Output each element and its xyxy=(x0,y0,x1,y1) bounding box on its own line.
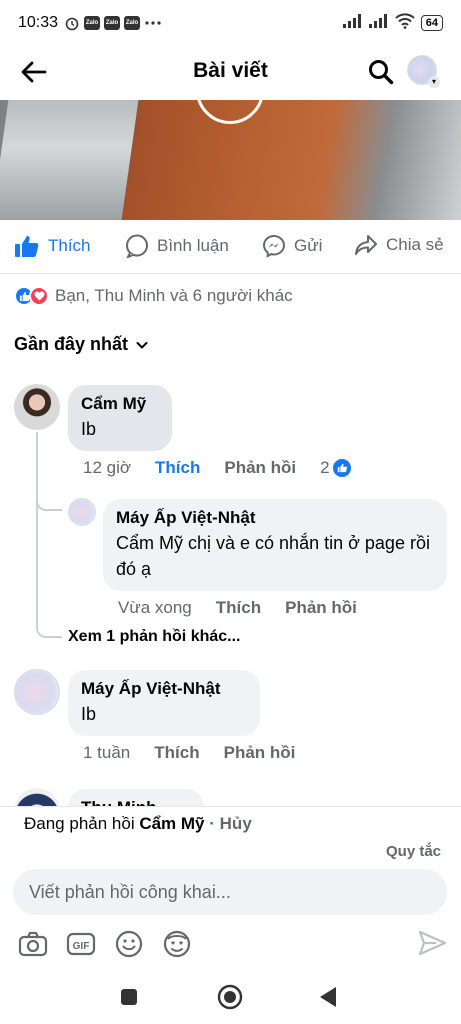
chevron-down-icon: ▾ xyxy=(428,76,440,88)
comment-bubble[interactable]: Thu Minh xyxy=(68,789,204,806)
replying-indicator: Đang phản hồi Cẩm Mỹ · Hủy xyxy=(24,814,252,834)
comment-label: Bình luận xyxy=(157,236,229,255)
zalo-notification-icon: Zalo xyxy=(124,16,141,30)
signal-icon xyxy=(342,13,363,33)
reply-meta: Vừa xong Thích Phản hồi xyxy=(118,598,381,618)
send-button[interactable]: Gửi xyxy=(262,234,322,258)
comment-author[interactable]: Máy Ấp Việt-Nhật xyxy=(81,679,247,699)
back-triangle-icon[interactable] xyxy=(318,986,338,1013)
comment-reply-button[interactable]: Phản hồi xyxy=(224,743,296,763)
replying-to-name: Cẩm Mỹ xyxy=(139,814,205,833)
avatar[interactable] xyxy=(14,788,60,806)
comment-meta: 12 giờ Thích Phản hồi 2 xyxy=(83,458,399,478)
share-label: Chia sẻ xyxy=(386,235,444,254)
more-notifications-icon xyxy=(144,20,162,26)
like-label: Thích xyxy=(48,236,91,255)
signal-icon xyxy=(368,13,389,33)
alarm-icon xyxy=(64,15,80,31)
comment-time: 12 giờ xyxy=(83,458,132,477)
profile-avatar-button[interactable]: ▾ xyxy=(407,55,440,88)
video-frame-detail xyxy=(0,100,139,220)
comment-author[interactable]: Thu Minh xyxy=(81,798,191,806)
send-label: Gửi xyxy=(294,236,323,255)
comment-time: 1 tuần xyxy=(83,743,131,762)
share-icon xyxy=(355,235,377,255)
like-reaction-icon xyxy=(332,459,351,477)
reply-like-button[interactable]: Thích xyxy=(216,598,261,618)
gif-icon[interactable]: GIF xyxy=(66,929,96,959)
reply-input[interactable]: Viết phản hồi công khai... xyxy=(13,869,447,915)
avatar-sticker-icon[interactable] xyxy=(162,929,192,959)
composer-toolbar: GIF xyxy=(18,929,192,959)
play-icon[interactable] xyxy=(196,100,264,124)
share-button[interactable]: Chia sẻ xyxy=(354,234,444,256)
thread-branch xyxy=(36,620,62,638)
comment-icon xyxy=(126,234,148,258)
comment-button[interactable]: Bình luận xyxy=(125,234,229,258)
reply-text: Cẩm Mỹ chị và e có nhắn tin ở page rồi đ… xyxy=(116,533,430,579)
avatar[interactable] xyxy=(14,384,60,430)
comment-clipped: Thu Minh xyxy=(0,786,461,806)
gif-text: GIF xyxy=(73,941,90,952)
post-video-thumbnail[interactable] xyxy=(0,100,461,220)
header-bar: Bài viết ▾ xyxy=(0,46,461,100)
battery-indicator: 64 xyxy=(420,15,443,31)
comment-like-button[interactable]: Thích xyxy=(154,743,199,763)
system-navigation-bar xyxy=(0,970,461,1024)
post-actions-bar: Thích Bình luận Gửi Chia sẻ xyxy=(0,220,461,274)
thread-branch xyxy=(36,495,62,511)
reply-author[interactable]: Máy Ấp Việt-Nhật xyxy=(116,508,434,528)
zalo-notification-icon: Zalo xyxy=(104,16,121,30)
comment-bubble[interactable]: Máy Ấp Việt-Nhật Ib xyxy=(68,670,260,736)
send-icon[interactable] xyxy=(416,927,448,959)
status-time: 10:33 xyxy=(18,14,59,31)
search-icon[interactable] xyxy=(367,58,395,86)
zalo-notification-icon: Zalo xyxy=(84,16,101,30)
reply-reply-button[interactable]: Phản hồi xyxy=(285,598,357,618)
chevron-down-icon xyxy=(136,341,148,349)
replying-separator: · xyxy=(209,814,215,833)
wifi-icon xyxy=(395,12,415,34)
comment-meta: 1 tuần Thích Phản hồi xyxy=(83,743,319,763)
avatar[interactable] xyxy=(68,498,96,526)
cancel-reply-button[interactable]: Hủy xyxy=(220,814,252,833)
comment-author[interactable]: Cẩm Mỹ xyxy=(81,394,159,414)
reply-bubble[interactable]: Máy Ấp Việt-Nhật Cẩm Mỹ chị và e có nhắn… xyxy=(103,499,447,591)
comment-text: Ib xyxy=(81,419,97,439)
like-count-value: 2 xyxy=(320,458,330,477)
emoji-icon[interactable] xyxy=(114,929,144,959)
recents-icon[interactable] xyxy=(120,988,138,1011)
home-icon[interactable] xyxy=(217,984,243,1015)
like-button[interactable]: Thích xyxy=(14,234,91,258)
avatar[interactable] xyxy=(14,669,60,715)
messenger-icon xyxy=(262,234,286,258)
comment-like-button[interactable]: Thích xyxy=(155,458,200,478)
comment-reply-button[interactable]: Phản hồi xyxy=(224,458,296,478)
love-reaction-icon xyxy=(29,286,49,306)
camera-icon[interactable] xyxy=(18,929,48,959)
comment-bubble[interactable]: Cẩm Mỹ Ib xyxy=(68,385,172,451)
reactions-summary[interactable]: Bạn, Thu Minh và 6 người khác xyxy=(14,286,293,306)
comment-text: Ib xyxy=(81,704,97,724)
rules-link[interactable]: Quy tắc xyxy=(386,843,441,860)
status-bar: 10:33 Zalo Zalo Zalo 64 xyxy=(0,0,461,46)
view-more-replies-link[interactable]: Xem 1 phản hồi khác... xyxy=(68,628,241,646)
comment-like-count[interactable]: 2 xyxy=(320,458,374,478)
replying-prefix: Đang phản hồi xyxy=(24,814,135,833)
reactions-text: Bạn, Thu Minh và 6 người khác xyxy=(55,286,293,305)
reply-composer: Đang phản hồi Cẩm Mỹ · Hủy Quy tắc Viết … xyxy=(0,806,461,970)
thumbs-up-icon xyxy=(15,236,39,257)
reply-time: Vừa xong xyxy=(118,598,192,617)
thread-line xyxy=(36,432,38,628)
sort-label: Gần đây nhất xyxy=(14,334,129,354)
comment-sort-dropdown[interactable]: Gần đây nhất xyxy=(14,334,150,355)
